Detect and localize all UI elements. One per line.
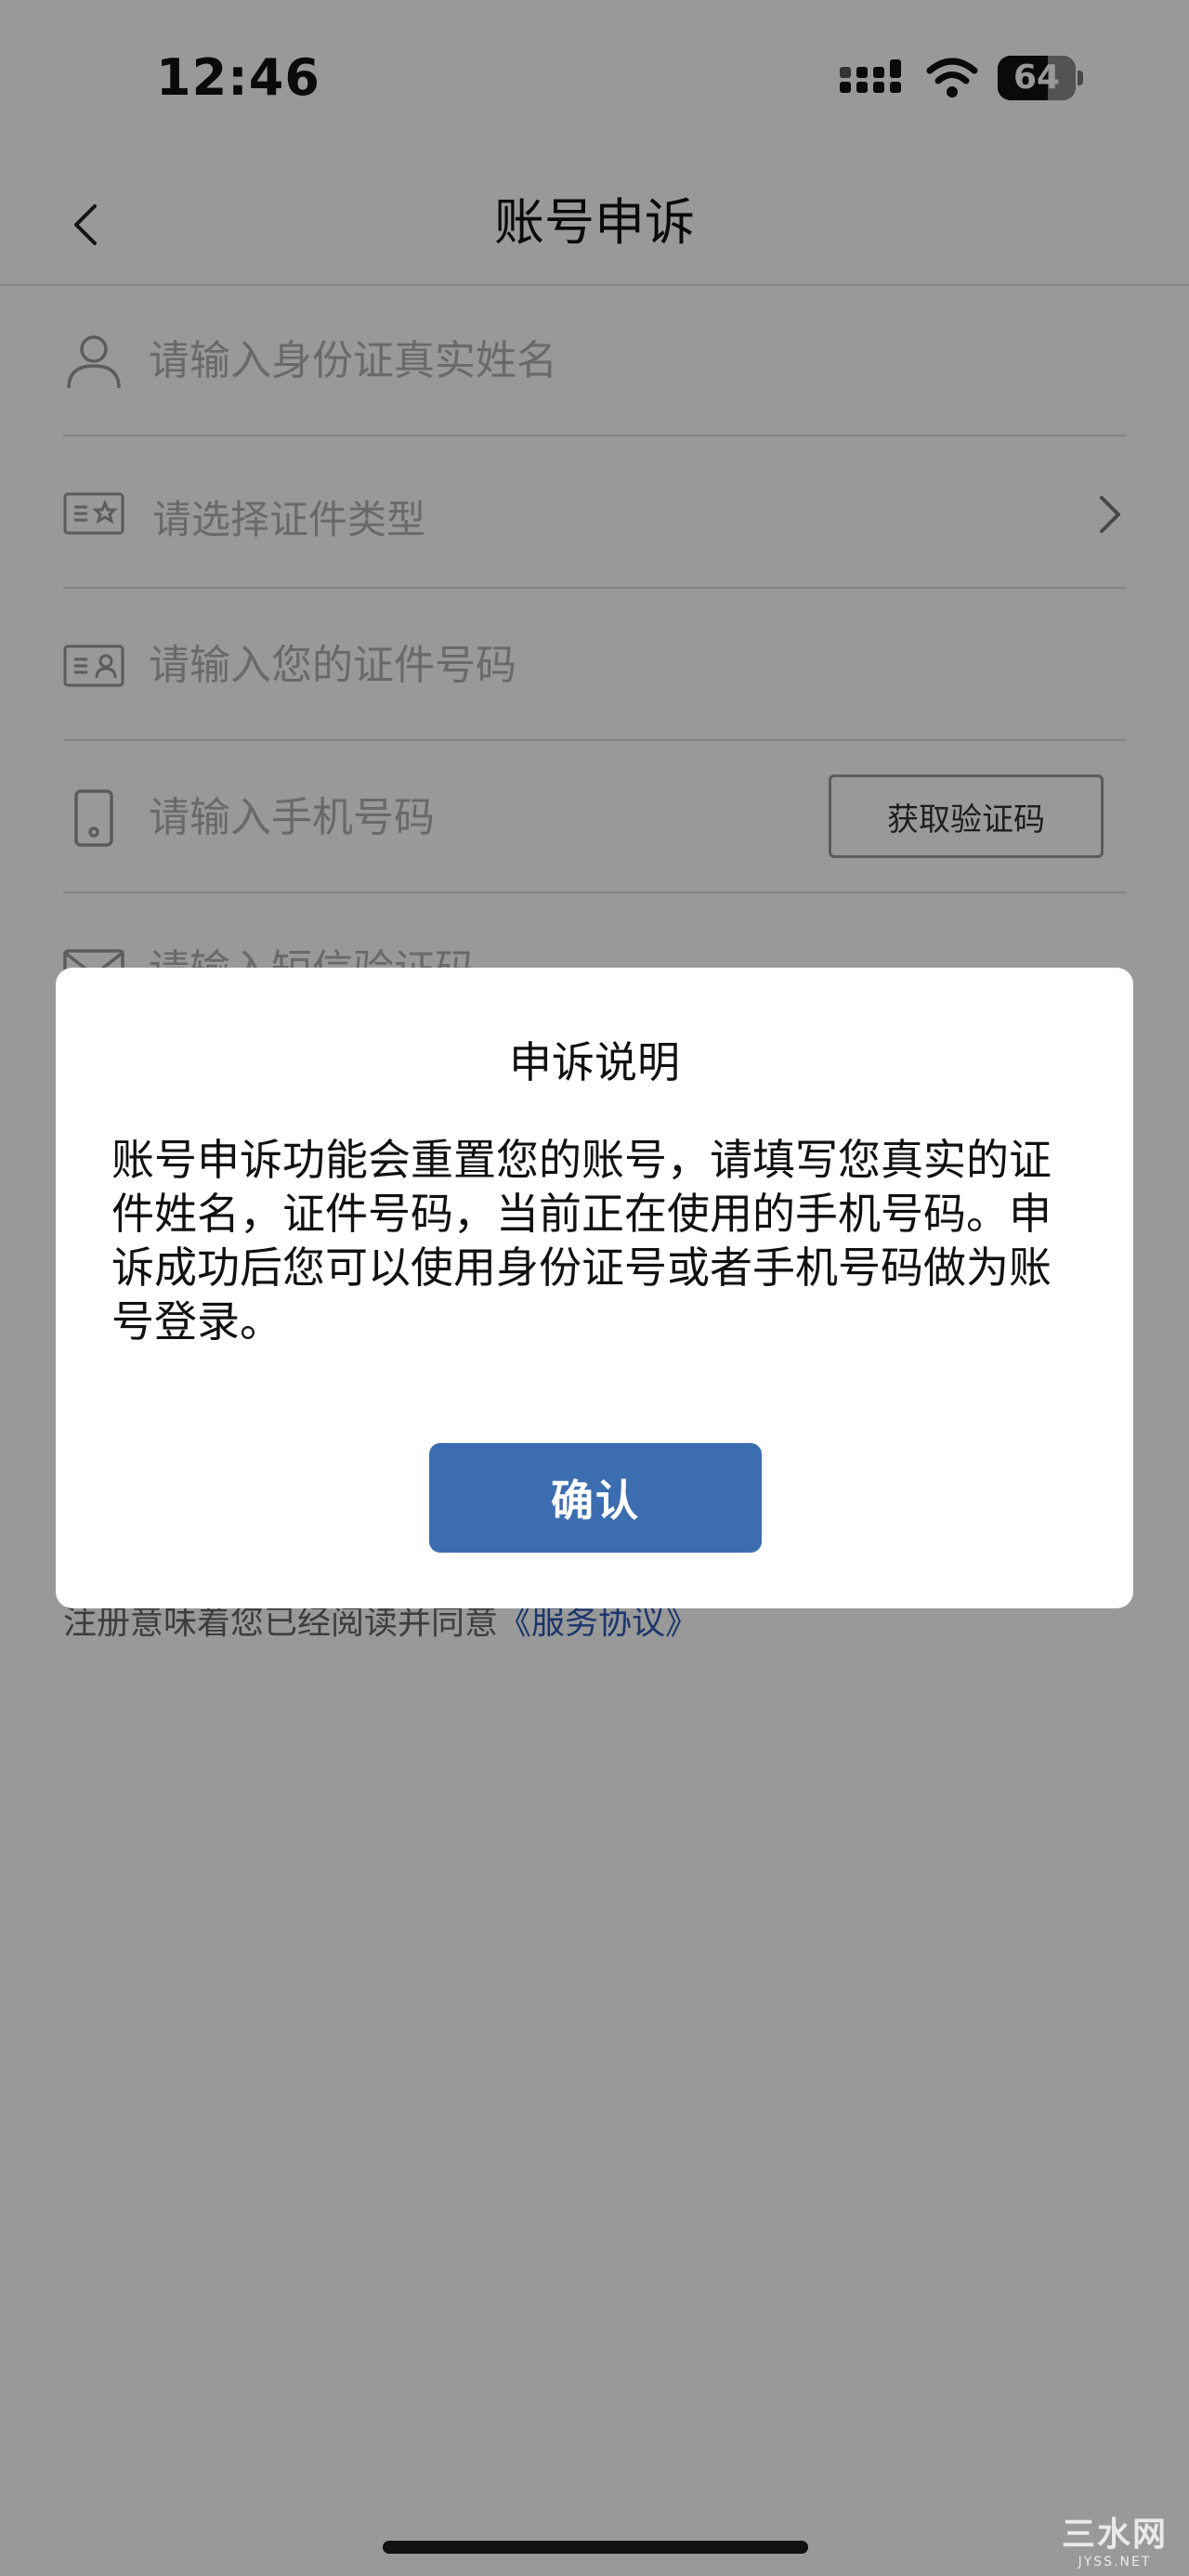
confirm-button[interactable]: 确认 [429, 1443, 762, 1553]
dialog-title: 申诉说明 [509, 1037, 680, 1087]
watermark-main-text: 三水网 [1061, 2516, 1168, 2554]
dialog-message: 账号申诉功能会重置您的账号，请填写您真实的证件姓名，证件号码，当前正在使用的手机… [111, 1135, 1052, 1347]
home-indicator[interactable] [383, 2541, 808, 2554]
appeal-info-dialog: 申诉说明 账号申诉功能会重置您的账号，请填写您真实的证件姓名，证件号码，当前正在… [56, 968, 1133, 1608]
watermark-sub-text: JYSS.NET [1078, 2555, 1152, 2569]
watermark-logo: 三水网 JYSS.NET [1046, 2515, 1183, 2572]
